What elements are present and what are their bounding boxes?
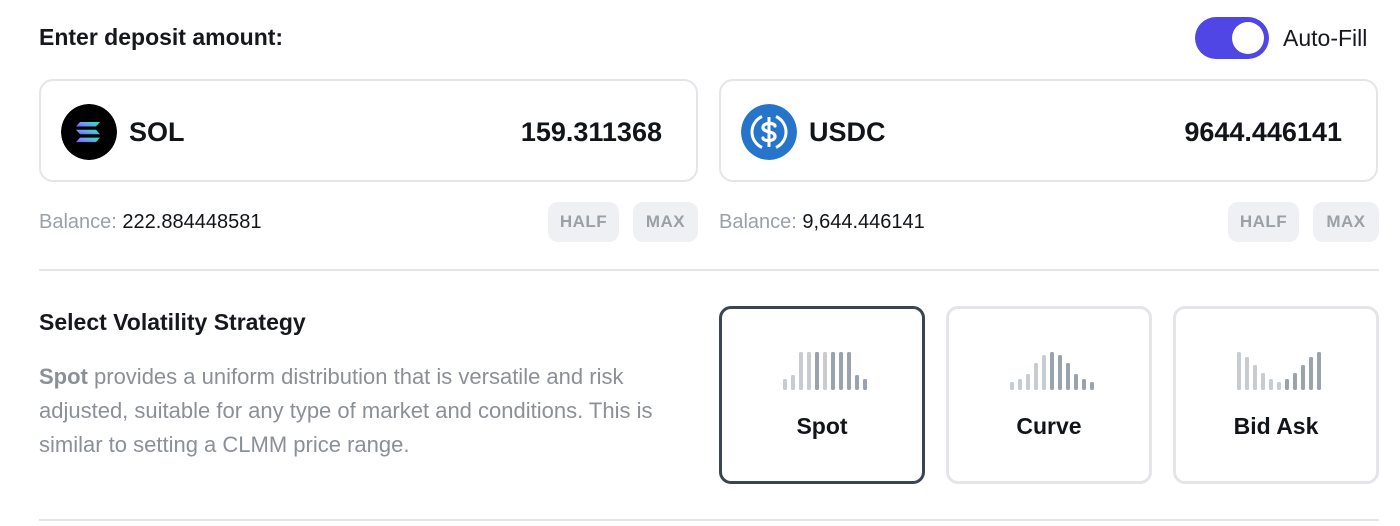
strategy-spot-option[interactable]: Spot [719,306,925,484]
spot-distribution-icon [783,352,867,390]
token-symbol: USDC [809,117,886,147]
strategy-description-text: provides a uniform distribution that is … [39,364,653,457]
sol-amount-input[interactable]: SOL 159.311368 [39,79,698,182]
section-divider [39,519,1379,521]
token-amount-value[interactable]: 9644.446141 [1184,117,1342,148]
balance-value: 9,644.446141 [802,211,925,233]
sol-half-button[interactable]: HALF [548,202,619,242]
strategy-description: Spot provides a uniform distribution tha… [39,360,699,462]
balance-label: Balance: [719,211,797,233]
usdc-max-button[interactable]: MAX [1313,202,1379,242]
strategy-bid-ask-option[interactable]: Bid Ask [1173,306,1379,484]
sol-balance: Balance: 222.884448581 [39,211,261,234]
usdc-half-button[interactable]: HALF [1228,202,1299,242]
token-amount-value[interactable]: 159.311368 [521,117,662,148]
usdc-amount-input[interactable]: USDC 9644.446141 [719,79,1378,182]
strategy-label: Curve [1016,413,1082,439]
volatility-strategy-title: Select Volatility Strategy [39,309,306,335]
strategy-label: Spot [796,413,848,439]
curve-distribution-icon [1010,352,1094,390]
bid-ask-distribution-icon [1237,352,1321,390]
balance-label: Balance: [39,211,117,233]
strategy-curve-option[interactable]: Curve [946,306,1152,484]
strategy-label: Bid Ask [1233,413,1319,439]
auto-fill-toggle[interactable] [1195,17,1269,59]
auto-fill-label: Auto-Fill [1283,24,1368,51]
usdc-icon [741,104,797,160]
solana-icon [61,104,117,160]
section-divider [39,269,1379,271]
usdc-balance: Balance: 9,644.446141 [719,211,925,234]
sol-max-button[interactable]: MAX [633,202,698,242]
token-symbol: SOL [129,117,185,147]
deposit-amount-title: Enter deposit amount: [39,24,284,50]
toggle-knob [1232,22,1264,54]
auto-fill-control[interactable]: Auto-Fill [1195,17,1367,59]
balance-value: 222.884448581 [122,211,262,233]
strategy-description-emphasis: Spot [39,364,88,389]
